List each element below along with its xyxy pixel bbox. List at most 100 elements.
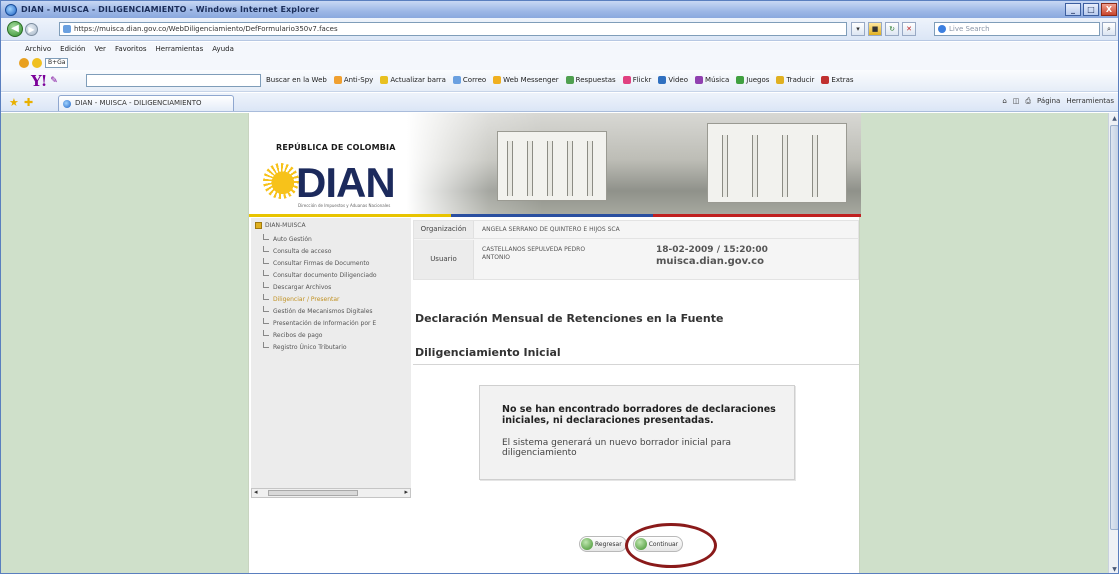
url-text: https://muisca.dian.gov.co/WebDiligencia…	[74, 25, 338, 33]
lock-icon[interactable]: ■	[868, 22, 882, 36]
menu-bar: Archivo Edición Ver Favoritos Herramient…	[1, 42, 1118, 56]
yahoo-logo[interactable]: Y!	[31, 72, 47, 90]
nav-item[interactable]: Consultar documento Diligenciado	[263, 270, 409, 279]
scroll-down-icon[interactable]: ▼	[1109, 564, 1118, 573]
site-name: muisca.dian.gov.co	[656, 256, 764, 267]
address-field[interactable]: https://muisca.dian.gov.co/WebDiligencia…	[59, 22, 847, 36]
toolbar-item[interactable]: Flickr	[622, 76, 651, 84]
nav-item[interactable]: Consulta de acceso	[263, 246, 409, 255]
column-shape	[752, 135, 758, 197]
page-menu[interactable]: Página	[1037, 97, 1060, 106]
smiley-icon[interactable]	[19, 58, 29, 68]
search-icon[interactable]: ⌕	[1102, 22, 1116, 36]
toolbar-item[interactable]: Buscar en la Web	[266, 76, 327, 84]
yahoo-toolbar-items: Buscar en la Web Anti-Spy Actualizar bar…	[266, 76, 854, 84]
tab-active[interactable]: DIAN - MUISCA - DILIGENCIAMIENTO	[58, 95, 234, 111]
divider	[413, 364, 859, 365]
pencil-icon[interactable]: ✎	[50, 76, 58, 86]
menu-archivo[interactable]: Archivo	[25, 45, 51, 53]
print-icon[interactable]: ⎙	[1025, 97, 1031, 106]
column-shape	[527, 141, 533, 196]
browser-window: DIAN - MUISCA - DILIGENCIAMIENTO - Windo…	[0, 0, 1119, 574]
menu-herramientas[interactable]: Herramientas	[156, 45, 204, 53]
toolbar-item[interactable]: Web Messenger	[493, 76, 559, 84]
nav-item[interactable]: Descargar Archivos	[263, 282, 409, 291]
menu-ver[interactable]: Ver	[95, 45, 106, 53]
toolbar-item[interactable]: Video	[658, 76, 688, 84]
nav-item[interactable]: Gestión de Mecanismos Digitales	[263, 306, 409, 315]
column-shape	[567, 141, 573, 196]
toolbar-item[interactable]: Juegos	[736, 76, 769, 84]
command-bar: ⌂ ◫ ⎙ Página Herramientas	[1002, 97, 1114, 106]
org-row: Organización ANGELA SERRANO DE QUINTERO …	[414, 221, 858, 239]
org-value: ANGELA SERRANO DE QUINTERO E HIJOS SCA	[482, 226, 620, 233]
window-title: DIAN - MUISCA - DILIGENCIAMIENTO - Windo…	[21, 5, 320, 14]
live-search-icon	[938, 25, 946, 33]
add-favorites-icon[interactable]: ✚	[24, 96, 33, 109]
address-row: ◀ ▶ https://muisca.dian.gov.co/WebDilige…	[1, 18, 1118, 41]
answers-icon	[565, 76, 574, 84]
nav-item[interactable]: Registro Único Tributario	[263, 342, 409, 351]
menu-edicion[interactable]: Edición	[60, 45, 85, 53]
toolbar-item[interactable]: Música	[695, 76, 729, 84]
datetime-stamp: 18-02-2009 / 15:20:00	[656, 245, 768, 255]
feeds-icon[interactable]: ◫	[1013, 97, 1020, 106]
page-header: REPÚBLICA DE COLOMBIA DIAN Dirección de …	[249, 113, 861, 217]
toolbar-item[interactable]: Extras	[821, 76, 854, 84]
column-shape	[587, 141, 593, 196]
nav-item[interactable]: Presentación de Información por E	[263, 318, 409, 327]
toolbar-select[interactable]: B+Ga	[45, 58, 69, 68]
vertical-scrollbar[interactable]: ▲ ▼	[1108, 113, 1118, 573]
back-button[interactable]: Regresar	[579, 536, 627, 552]
forward-icon[interactable]: ▶	[25, 22, 38, 36]
flickr-icon	[622, 76, 631, 84]
home-icon[interactable]: ⌂	[1002, 97, 1006, 106]
dian-logo[interactable]: DIAN	[296, 159, 396, 207]
scroll-left-icon[interactable]: ◂	[254, 488, 258, 496]
country-label: REPÚBLICA DE COLOMBIA	[276, 143, 396, 152]
search-input[interactable]: Live Search	[934, 22, 1100, 36]
warning-icon	[380, 76, 389, 84]
maximize-button[interactable]: □	[1083, 3, 1099, 16]
message-text: El sistema generará un nuevo borrador in…	[502, 438, 732, 458]
toolbar-item[interactable]: Respuestas	[565, 76, 616, 84]
back-icon[interactable]: ◀	[7, 21, 23, 37]
favorites-star-icon[interactable]: ★	[9, 96, 19, 109]
nav-horizontal-scrollbar[interactable]: ◂ ▸	[251, 488, 411, 498]
smiley-icon[interactable]	[32, 58, 42, 68]
toolbar-item[interactable]: Anti-Spy	[333, 76, 373, 84]
dropdown-icon[interactable]: ▾	[851, 22, 865, 36]
scroll-up-icon[interactable]: ▲	[1109, 113, 1118, 124]
column-shape	[812, 135, 818, 197]
nav-item-selected[interactable]: Diligenciar / Presentar	[263, 294, 409, 303]
page-icon	[63, 25, 71, 33]
message-bold: No se han encontrado borradores de decla…	[502, 404, 776, 426]
minimize-button[interactable]: _	[1065, 3, 1081, 16]
scroll-thumb[interactable]	[1110, 125, 1118, 530]
extras-icon	[821, 76, 830, 84]
nav-item[interactable]: Consultar Firmas de Documento	[263, 258, 409, 267]
tools-menu[interactable]: Herramientas	[1066, 97, 1114, 106]
address-buttons: ▾ ■ ↻ ✕	[851, 22, 916, 36]
toolbar-item[interactable]: Correo	[452, 76, 486, 84]
nav-root[interactable]: DIAN-MUISCA	[255, 222, 306, 229]
stop-icon[interactable]: ✕	[902, 22, 916, 36]
column-shape	[507, 141, 513, 196]
nav-item[interactable]: Auto Gestión	[263, 234, 409, 243]
tab-row: ★ ✚ DIAN - MUISCA - DILIGENCIAMIENTO ⌂ ◫…	[1, 93, 1118, 112]
toolbar-item[interactable]: Traducir	[776, 76, 814, 84]
yahoo-search-input[interactable]	[86, 74, 261, 87]
flag-stripe	[249, 214, 861, 217]
menu-ayuda[interactable]: Ayuda	[212, 45, 234, 53]
ie-icon	[5, 3, 17, 16]
folder-icon	[255, 222, 262, 229]
scroll-thumb[interactable]	[268, 490, 358, 496]
antispy-icon	[333, 76, 342, 84]
refresh-icon[interactable]: ↻	[885, 22, 899, 36]
menu-favoritos[interactable]: Favoritos	[115, 45, 147, 53]
section-title: Diligenciamiento Inicial	[415, 346, 561, 359]
scroll-right-icon[interactable]: ▸	[404, 488, 408, 496]
nav-item[interactable]: Recibos de pago	[263, 330, 409, 339]
close-button[interactable]: X	[1101, 3, 1117, 16]
toolbar-item[interactable]: Actualizar barra	[380, 76, 446, 84]
